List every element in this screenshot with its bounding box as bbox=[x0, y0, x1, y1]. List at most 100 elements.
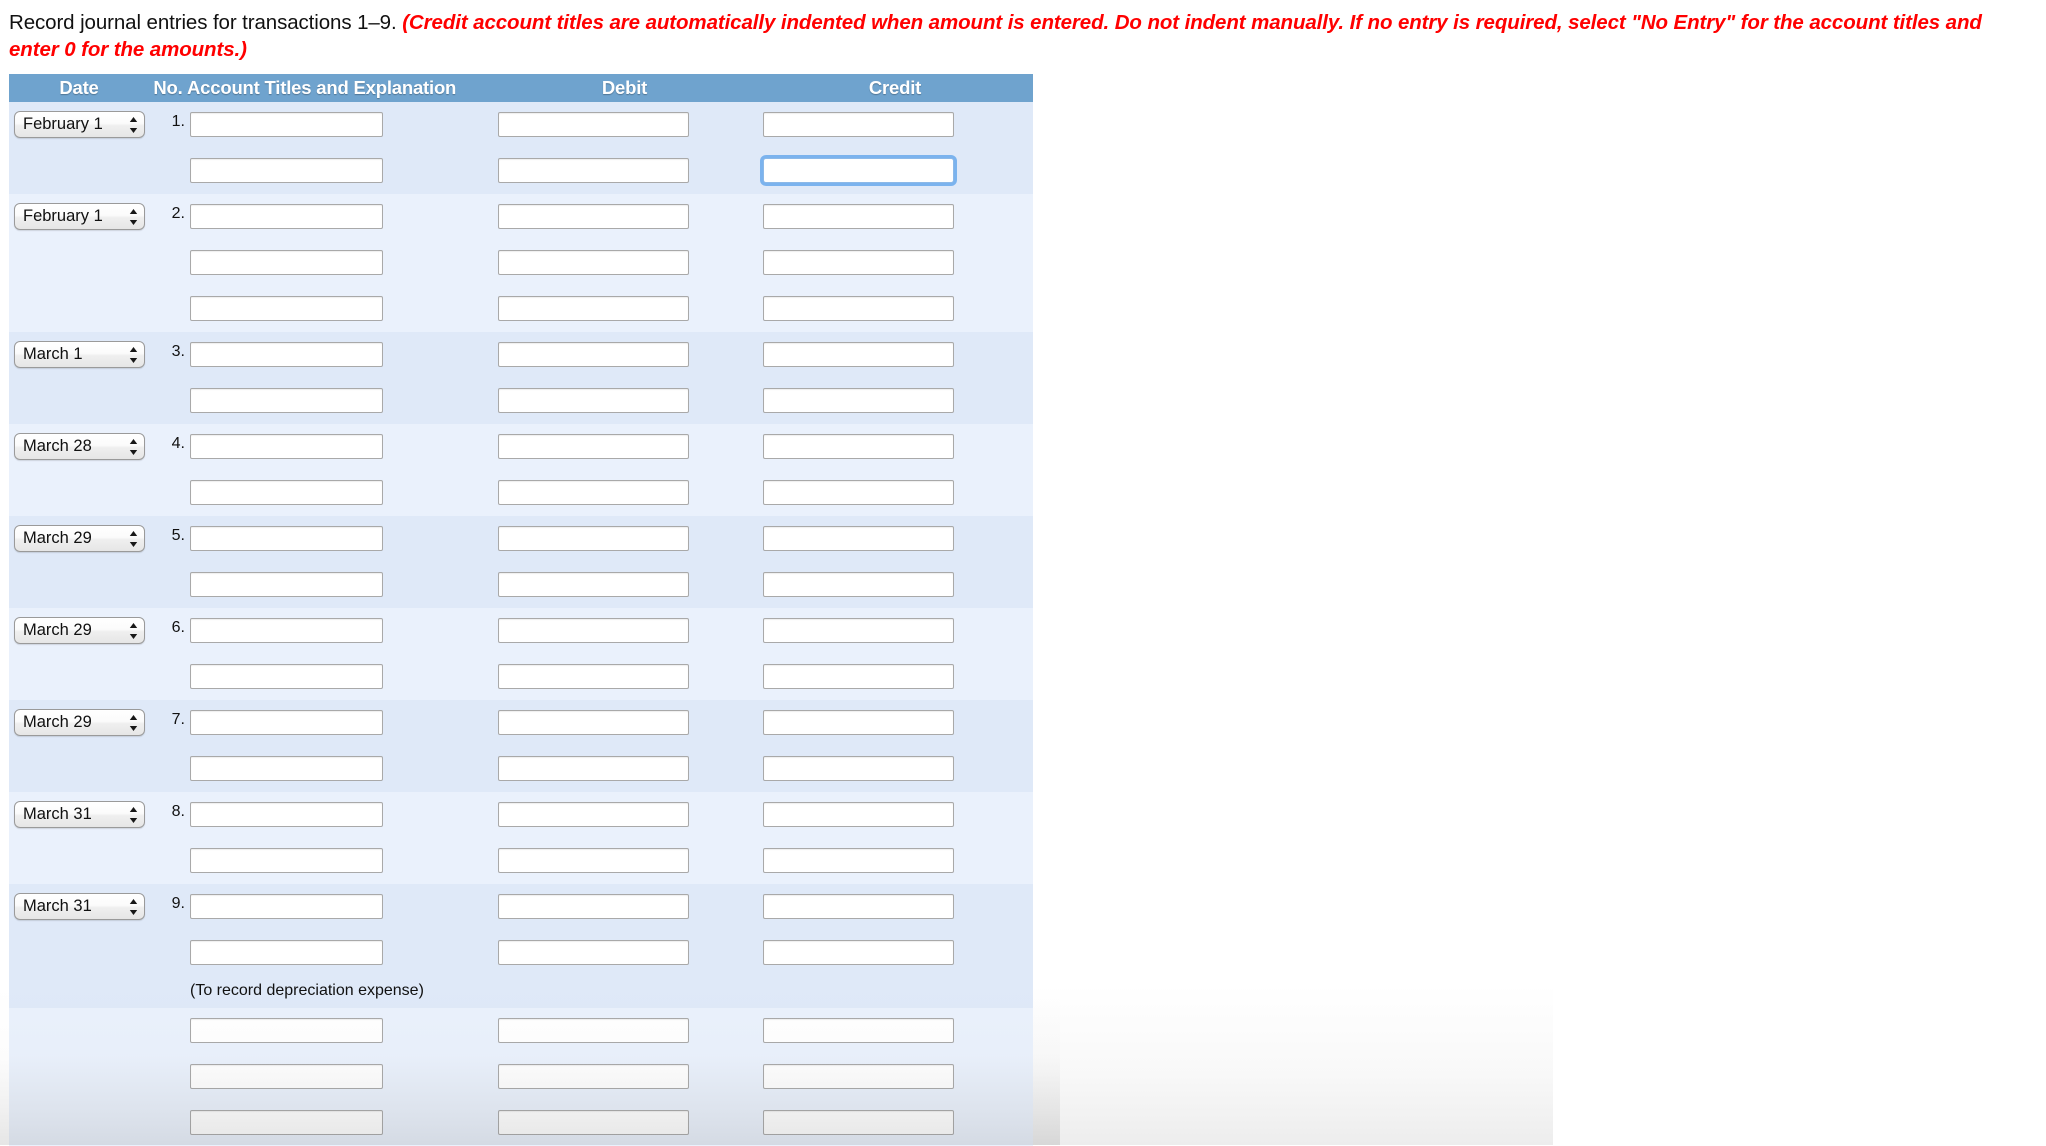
date-select-2[interactable]: February 1 bbox=[14, 203, 145, 230]
credit-amount-input[interactable] bbox=[763, 802, 954, 827]
credit-cell bbox=[757, 516, 1033, 562]
credit-amount-input[interactable] bbox=[763, 1018, 954, 1043]
credit-amount-input[interactable] bbox=[763, 342, 954, 367]
account-title-input[interactable] bbox=[190, 1018, 383, 1043]
account-title-input[interactable] bbox=[190, 158, 383, 183]
debit-cell bbox=[492, 884, 757, 930]
debit-amount-input[interactable] bbox=[498, 664, 689, 689]
debit-amount-input[interactable] bbox=[498, 940, 689, 965]
debit-amount-input[interactable] bbox=[498, 250, 689, 275]
up-down-stepper-icon[interactable] bbox=[129, 530, 138, 548]
account-cell bbox=[187, 930, 492, 976]
credit-amount-input[interactable] bbox=[763, 894, 954, 919]
account-title-input[interactable] bbox=[190, 848, 383, 873]
credit-amount-input[interactable] bbox=[763, 756, 954, 781]
credit-amount-input[interactable] bbox=[763, 204, 954, 229]
debit-amount-input[interactable] bbox=[498, 480, 689, 505]
credit-amount-input[interactable] bbox=[763, 526, 954, 551]
account-title-input[interactable] bbox=[190, 526, 383, 551]
debit-amount-input[interactable] bbox=[498, 342, 689, 367]
debit-amount-input[interactable] bbox=[498, 112, 689, 137]
account-title-input[interactable] bbox=[190, 296, 383, 321]
account-title-input[interactable] bbox=[190, 204, 383, 229]
up-down-stepper-icon[interactable] bbox=[129, 622, 138, 640]
credit-amount-input[interactable] bbox=[763, 434, 954, 459]
date-select-4[interactable]: March 28 bbox=[14, 433, 145, 460]
up-down-stepper-icon[interactable] bbox=[129, 898, 138, 916]
debit-amount-input[interactable] bbox=[498, 802, 689, 827]
table-header-row: Date No. Account Titles and Explanation … bbox=[9, 74, 1033, 102]
account-cell bbox=[187, 792, 492, 838]
credit-amount-input[interactable] bbox=[763, 388, 954, 413]
credit-amount-input[interactable] bbox=[763, 1110, 954, 1135]
account-title-input[interactable] bbox=[190, 894, 383, 919]
credit-amount-input[interactable] bbox=[763, 1064, 954, 1089]
date-select-6[interactable]: March 29 bbox=[14, 617, 145, 644]
account-title-input[interactable] bbox=[190, 342, 383, 367]
debit-amount-input[interactable] bbox=[498, 434, 689, 459]
up-down-stepper-icon[interactable] bbox=[129, 806, 138, 824]
credit-amount-input[interactable] bbox=[763, 940, 954, 965]
debit-amount-input[interactable] bbox=[498, 848, 689, 873]
account-title-input[interactable] bbox=[190, 664, 383, 689]
entry-number-cell: 9. bbox=[149, 884, 187, 1008]
date-select-1[interactable]: February 1 bbox=[14, 111, 145, 138]
account-title-input[interactable] bbox=[190, 618, 383, 643]
debit-amount-input[interactable] bbox=[498, 756, 689, 781]
credit-amount-input[interactable] bbox=[763, 710, 954, 735]
debit-amount-input[interactable] bbox=[498, 296, 689, 321]
credit-amount-input[interactable] bbox=[763, 618, 954, 643]
account-cell bbox=[187, 102, 492, 148]
date-select-8[interactable]: March 31 bbox=[14, 801, 145, 828]
up-down-stepper-icon[interactable] bbox=[129, 346, 138, 364]
up-down-stepper-icon[interactable] bbox=[129, 208, 138, 226]
debit-amount-input[interactable] bbox=[498, 1018, 689, 1043]
date-select-value: February 1 bbox=[23, 115, 103, 133]
debit-amount-input[interactable] bbox=[498, 526, 689, 551]
date-select-9[interactable]: March 31 bbox=[14, 893, 145, 920]
up-down-stepper-icon[interactable] bbox=[129, 714, 138, 732]
debit-amount-input[interactable] bbox=[498, 204, 689, 229]
debit-amount-input[interactable] bbox=[498, 572, 689, 597]
account-title-input[interactable] bbox=[190, 1064, 383, 1089]
debit-amount-input[interactable] bbox=[498, 1110, 689, 1135]
date-cell: March 29 bbox=[9, 608, 149, 700]
debit-amount-input[interactable] bbox=[498, 388, 689, 413]
account-title-input[interactable] bbox=[190, 434, 383, 459]
up-down-stepper-icon[interactable] bbox=[129, 438, 138, 456]
account-cell bbox=[187, 838, 492, 884]
debit-amount-input[interactable] bbox=[498, 1064, 689, 1089]
credit-amount-input[interactable] bbox=[763, 848, 954, 873]
account-title-input[interactable] bbox=[190, 112, 383, 137]
account-title-input[interactable] bbox=[190, 480, 383, 505]
date-select-3[interactable]: March 1 bbox=[14, 341, 145, 368]
up-down-stepper-icon[interactable] bbox=[129, 116, 138, 134]
date-select-7[interactable]: March 29 bbox=[14, 709, 145, 736]
account-title-input[interactable] bbox=[190, 250, 383, 275]
credit-amount-input[interactable] bbox=[763, 250, 954, 275]
account-title-input[interactable] bbox=[190, 572, 383, 597]
date-select-value: March 29 bbox=[23, 529, 92, 547]
account-title-input[interactable] bbox=[190, 388, 383, 413]
debit-cell bbox=[492, 286, 757, 332]
debit-amount-input[interactable] bbox=[498, 158, 689, 183]
account-title-input[interactable] bbox=[190, 940, 383, 965]
debit-cell bbox=[492, 424, 757, 470]
credit-cell bbox=[757, 700, 1033, 746]
debit-amount-input[interactable] bbox=[498, 618, 689, 643]
account-title-input[interactable] bbox=[190, 1110, 383, 1135]
credit-amount-input[interactable] bbox=[763, 112, 954, 137]
debit-amount-input[interactable] bbox=[498, 710, 689, 735]
credit-cell bbox=[757, 746, 1033, 792]
account-title-input[interactable] bbox=[190, 710, 383, 735]
entry-number-label: 2. bbox=[171, 205, 185, 222]
credit-amount-input[interactable] bbox=[763, 664, 954, 689]
credit-amount-input[interactable] bbox=[763, 296, 954, 321]
account-title-input[interactable] bbox=[190, 756, 383, 781]
credit-amount-input[interactable] bbox=[763, 480, 954, 505]
credit-amount-input[interactable] bbox=[763, 158, 954, 183]
account-title-input[interactable] bbox=[190, 802, 383, 827]
credit-amount-input[interactable] bbox=[763, 572, 954, 597]
debit-amount-input[interactable] bbox=[498, 894, 689, 919]
date-select-5[interactable]: March 29 bbox=[14, 525, 145, 552]
